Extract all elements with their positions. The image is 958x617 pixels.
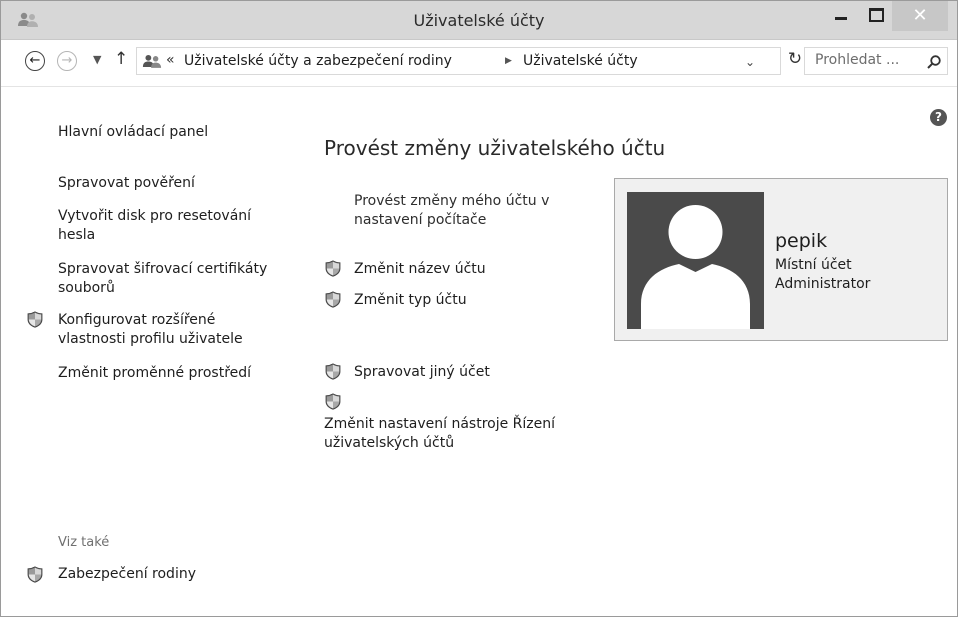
breadcrumb-overflow-chevron[interactable]: «	[166, 52, 175, 68]
sidebar-link-password-reset-disk[interactable]: Vytvořit disk pro resetování hesla	[58, 207, 273, 245]
account-role: Administrator	[775, 276, 871, 292]
change-uac-settings-link[interactable]: Změnit nastavení nástroje Řízení uživate…	[324, 415, 584, 453]
recent-locations-dropdown[interactable]: ▼	[93, 53, 101, 66]
uac-shield-icon	[325, 260, 341, 277]
close-button[interactable]: ✕	[892, 1, 948, 31]
account-card: pepik Místní účet Administrator	[614, 178, 948, 341]
sidebar-link-environment-variables[interactable]: Změnit proměnné prostředí	[58, 364, 288, 383]
close-icon: ✕	[912, 5, 928, 26]
forward-button[interactable]: →	[57, 51, 77, 71]
search-box[interactable]	[804, 47, 948, 75]
user-accounts-window: Uživatelské účty ✕ ← → ▼ ↑ « Uživatelské…	[0, 0, 958, 617]
uac-shield-icon	[27, 566, 43, 583]
sidebar-link-advanced-profile-properties[interactable]: Konfigurovat rozšířené vlastnosti profil…	[58, 311, 258, 349]
address-bar[interactable]: « Uživatelské účty a zabezpečení rodiny …	[136, 47, 781, 75]
breadcrumb-current[interactable]: Uživatelské účty	[523, 53, 638, 69]
account-name: pepik	[775, 230, 828, 252]
manage-another-account-link[interactable]: Spravovat jiný účet	[354, 363, 490, 382]
arrow-up-icon: ↑	[114, 49, 129, 69]
see-also-link-family-safety[interactable]: Zabezpečení rodiny	[58, 565, 288, 584]
up-button[interactable]: ↑	[114, 49, 128, 69]
search-input[interactable]	[815, 52, 915, 68]
help-icon[interactable]: ?	[930, 109, 947, 126]
user-accounts-location-icon	[142, 54, 162, 68]
see-also-heading: Viz také	[58, 535, 110, 550]
change-account-type-link[interactable]: Změnit typ účtu	[354, 291, 467, 310]
sidebar-link-control-panel-home[interactable]: Hlavní ovládací panel	[58, 123, 288, 142]
breadcrumb-separator-icon[interactable]: ▶	[505, 56, 512, 66]
uac-shield-icon	[325, 363, 341, 380]
title-bar[interactable]: Uživatelské účty ✕	[1, 1, 957, 40]
arrow-left-icon: ←	[29, 53, 41, 68]
arrow-right-icon: →	[61, 53, 73, 68]
navigation-bar: ← → ▼ ↑ « Uživatelské účty a zabezpečení…	[1, 40, 957, 87]
uac-shield-icon	[325, 291, 341, 308]
account-type: Místní účet	[775, 257, 852, 273]
back-button[interactable]: ←	[25, 51, 45, 71]
refresh-button[interactable]: ↻	[785, 49, 805, 73]
page-title: Provést změny uživatelského účtu	[324, 136, 666, 160]
change-account-in-pc-settings-link[interactable]: Provést změny mého účtu v nastavení počí…	[354, 192, 584, 230]
uac-shield-icon	[325, 393, 341, 410]
sidebar-link-manage-credentials[interactable]: Spravovat pověření	[58, 174, 288, 193]
maximize-button[interactable]	[858, 1, 892, 29]
refresh-icon: ↻	[787, 49, 803, 69]
address-history-dropdown[interactable]: ⌄	[745, 55, 755, 69]
breadcrumb-parent[interactable]: Uživatelské účty a zabezpečení rodiny	[184, 53, 452, 69]
uac-shield-icon	[27, 311, 43, 328]
change-account-name-link[interactable]: Změnit název účtu	[354, 260, 486, 279]
window-title: Uživatelské účty	[413, 11, 545, 30]
avatar	[627, 192, 764, 329]
sidebar-link-encryption-certificates[interactable]: Spravovat šifrovací certifikáty souborů	[58, 260, 283, 298]
user-silhouette-icon	[641, 205, 750, 329]
minimize-button[interactable]	[824, 1, 858, 29]
search-icon[interactable]	[926, 54, 942, 70]
